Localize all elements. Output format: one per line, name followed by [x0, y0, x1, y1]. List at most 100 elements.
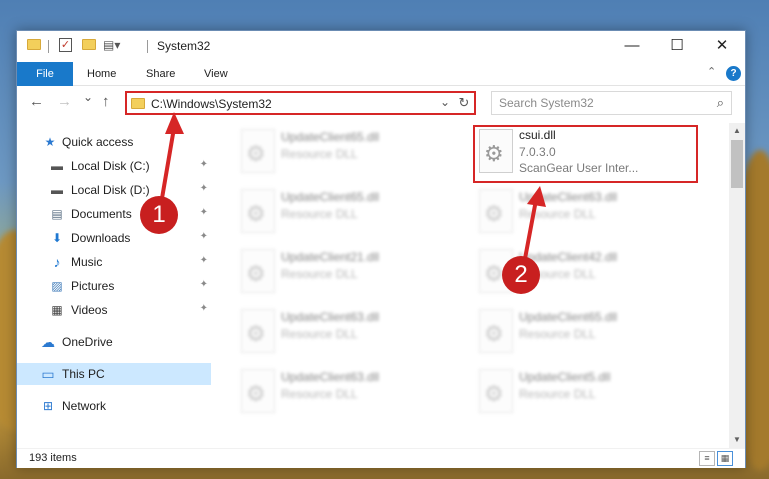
- close-button[interactable]: ✕: [699, 31, 745, 61]
- sidebar-item-network[interactable]: ⊞ Network: [17, 395, 211, 417]
- sidebar-item-documents[interactable]: ▤ Documents ✦: [17, 203, 211, 225]
- file-thumbnail: ⚙: [241, 189, 275, 233]
- sidebar-item-music[interactable]: ♪ Music ✦: [17, 251, 211, 273]
- file-list: ⚙ UpdateClient65.dll Resource DLL ⚙ Upda…: [213, 123, 729, 448]
- file-thumbnail: ⚙: [241, 369, 275, 413]
- drive-icon: ▬: [51, 159, 63, 173]
- sidebar-item-label: Quick access: [62, 135, 134, 149]
- address-path[interactable]: C:\Windows\System32: [151, 97, 272, 111]
- search-input[interactable]: Search System32 ⌕: [491, 91, 732, 115]
- file-explorer-window: ✓ ▤▾ System32 — ☐ ✕ File Home Share View…: [16, 30, 746, 468]
- file-item[interactable]: ⚙ UpdateClient63.dll Resource DLL: [235, 303, 461, 361]
- pin-icon[interactable]: ✦: [200, 255, 208, 266]
- maximize-button[interactable]: ☐: [654, 31, 700, 61]
- address-bar[interactable]: C:\Windows\System32 ⌄ ↻: [125, 91, 476, 115]
- tab-share[interactable]: Share: [146, 62, 175, 86]
- sidebar-item-label: Local Disk (D:): [71, 183, 150, 197]
- sidebar-item-onedrive[interactable]: ☁ OneDrive: [17, 331, 211, 353]
- ribbon-tabs: File Home Share View ⌃ ?: [17, 62, 745, 86]
- sidebar-item-pictures[interactable]: ▨ Pictures ✦: [17, 275, 211, 297]
- navigation-bar: ← → ⌄ ↑ C:\Windows\System32 ⌄ ↻ Search S…: [17, 87, 745, 119]
- sidebar-item-label: Pictures: [71, 279, 115, 293]
- pin-icon[interactable]: ✦: [200, 303, 208, 314]
- gear-icon: ⚙: [246, 261, 266, 286]
- pictures-icon: ▨: [51, 279, 63, 293]
- window-title: System32: [157, 39, 211, 53]
- pin-icon[interactable]: ✦: [200, 207, 208, 218]
- back-button[interactable]: ←: [29, 93, 44, 110]
- tab-file[interactable]: File: [17, 62, 73, 86]
- file-thumbnail: ⚙: [241, 309, 275, 353]
- sidebar-item-label: Music: [71, 255, 103, 269]
- new-folder-icon[interactable]: [82, 39, 96, 50]
- gear-icon: ⚙: [484, 261, 504, 286]
- computer-icon: ▭: [41, 366, 55, 382]
- sidebar-item-label: Documents: [71, 207, 132, 221]
- file-type: Resource DLL: [281, 387, 358, 401]
- pin-icon[interactable]: ✦: [200, 159, 208, 170]
- file-item[interactable]: ⚙ UpdateClient65.dll Resource DLL: [473, 303, 699, 361]
- file-name: UpdateClient63.dll: [281, 310, 380, 324]
- file-thumbnail: ⚙: [241, 129, 275, 173]
- sidebar-item-this-pc[interactable]: ▭ This PC: [17, 363, 211, 385]
- file-item[interactable]: ⚙ UpdateClient21.dll Resource DLL: [235, 243, 461, 301]
- scroll-up-button[interactable]: ▲: [729, 123, 745, 139]
- sidebar-item-downloads[interactable]: ⬇ Downloads ✦: [17, 227, 211, 249]
- step-1-badge: 1: [140, 196, 178, 234]
- file-name: UpdateClient65.dll: [281, 130, 380, 144]
- item-count: 193 items: [29, 452, 77, 464]
- download-icon: ⬇: [51, 231, 63, 245]
- forward-button[interactable]: →: [57, 93, 72, 110]
- toolbar-separator: [147, 40, 148, 53]
- tab-view[interactable]: View: [204, 62, 228, 86]
- folder-icon: [27, 39, 41, 50]
- pin-icon[interactable]: ✦: [200, 279, 208, 290]
- address-dropdown-button[interactable]: ⌄: [440, 95, 450, 109]
- file-type: Resource DLL: [519, 387, 596, 401]
- sidebar-item-local-disk-d[interactable]: ▬ Local Disk (D:) ✦: [17, 179, 211, 201]
- star-icon: ★: [44, 135, 56, 149]
- file-thumbnail: ⚙: [479, 369, 513, 413]
- recent-locations-button[interactable]: ⌄: [83, 90, 93, 104]
- title-bar: ✓ ▤▾ System32 — ☐ ✕: [17, 31, 745, 62]
- pin-icon[interactable]: ✦: [200, 183, 208, 194]
- sidebar-item-label: Local Disk (C:): [71, 159, 150, 173]
- file-type: Resource DLL: [281, 267, 358, 281]
- sidebar-item-quick-access[interactable]: ★ Quick access: [17, 131, 211, 153]
- vertical-scrollbar[interactable]: ▲ ▼: [729, 123, 745, 448]
- scroll-down-button[interactable]: ▼: [729, 432, 745, 448]
- details-view-button[interactable]: ≡: [699, 451, 715, 466]
- collapse-ribbon-icon[interactable]: ⌃: [707, 65, 716, 78]
- sidebar-item-label: OneDrive: [62, 335, 113, 349]
- file-thumbnail: ⚙: [479, 189, 513, 233]
- file-name: UpdateClient65.dll: [281, 190, 380, 204]
- file-item[interactable]: ⚙ UpdateClient63.dll Resource DLL: [473, 183, 699, 241]
- file-name: UpdateClient63.dll: [281, 370, 380, 384]
- status-bar: 193 items ≡ ▦: [17, 448, 745, 468]
- file-thumbnail: ⚙: [241, 249, 275, 293]
- tab-home[interactable]: Home: [87, 62, 116, 86]
- properties-icon[interactable]: ✓: [59, 38, 72, 52]
- up-button[interactable]: ↑: [102, 93, 110, 110]
- file-name: UpdateClient63.dll: [519, 190, 618, 204]
- file-name: UpdateClient65.dll: [519, 310, 618, 324]
- scroll-thumb[interactable]: [731, 140, 743, 188]
- refresh-button[interactable]: ↻: [454, 91, 474, 115]
- gear-icon: ⚙: [246, 381, 266, 406]
- sidebar-item-videos[interactable]: ▦ Videos ✦: [17, 299, 211, 321]
- search-icon[interactable]: ⌕: [717, 95, 724, 111]
- file-item[interactable]: ⚙ UpdateClient65.dll Resource DLL: [235, 183, 461, 241]
- file-type: Resource DLL: [519, 207, 596, 221]
- customize-toolbar-icon[interactable]: ▤▾: [103, 38, 120, 52]
- cloud-icon: ☁: [41, 334, 55, 350]
- file-item[interactable]: ⚙ UpdateClient63.dll Resource DLL: [235, 363, 461, 421]
- help-icon[interactable]: ?: [726, 66, 741, 81]
- documents-icon: ▤: [51, 207, 63, 221]
- file-thumbnail: ⚙: [479, 309, 513, 353]
- tiles-view-button[interactable]: ▦: [717, 451, 733, 466]
- file-item[interactable]: ⚙ UpdateClient65.dll Resource DLL: [235, 123, 461, 181]
- minimize-button[interactable]: —: [609, 31, 655, 61]
- file-item[interactable]: ⚙ UpdateClient5.dll Resource DLL: [473, 363, 699, 421]
- pin-icon[interactable]: ✦: [200, 231, 208, 242]
- sidebar-item-local-disk-c[interactable]: ▬ Local Disk (C:) ✦: [17, 155, 211, 177]
